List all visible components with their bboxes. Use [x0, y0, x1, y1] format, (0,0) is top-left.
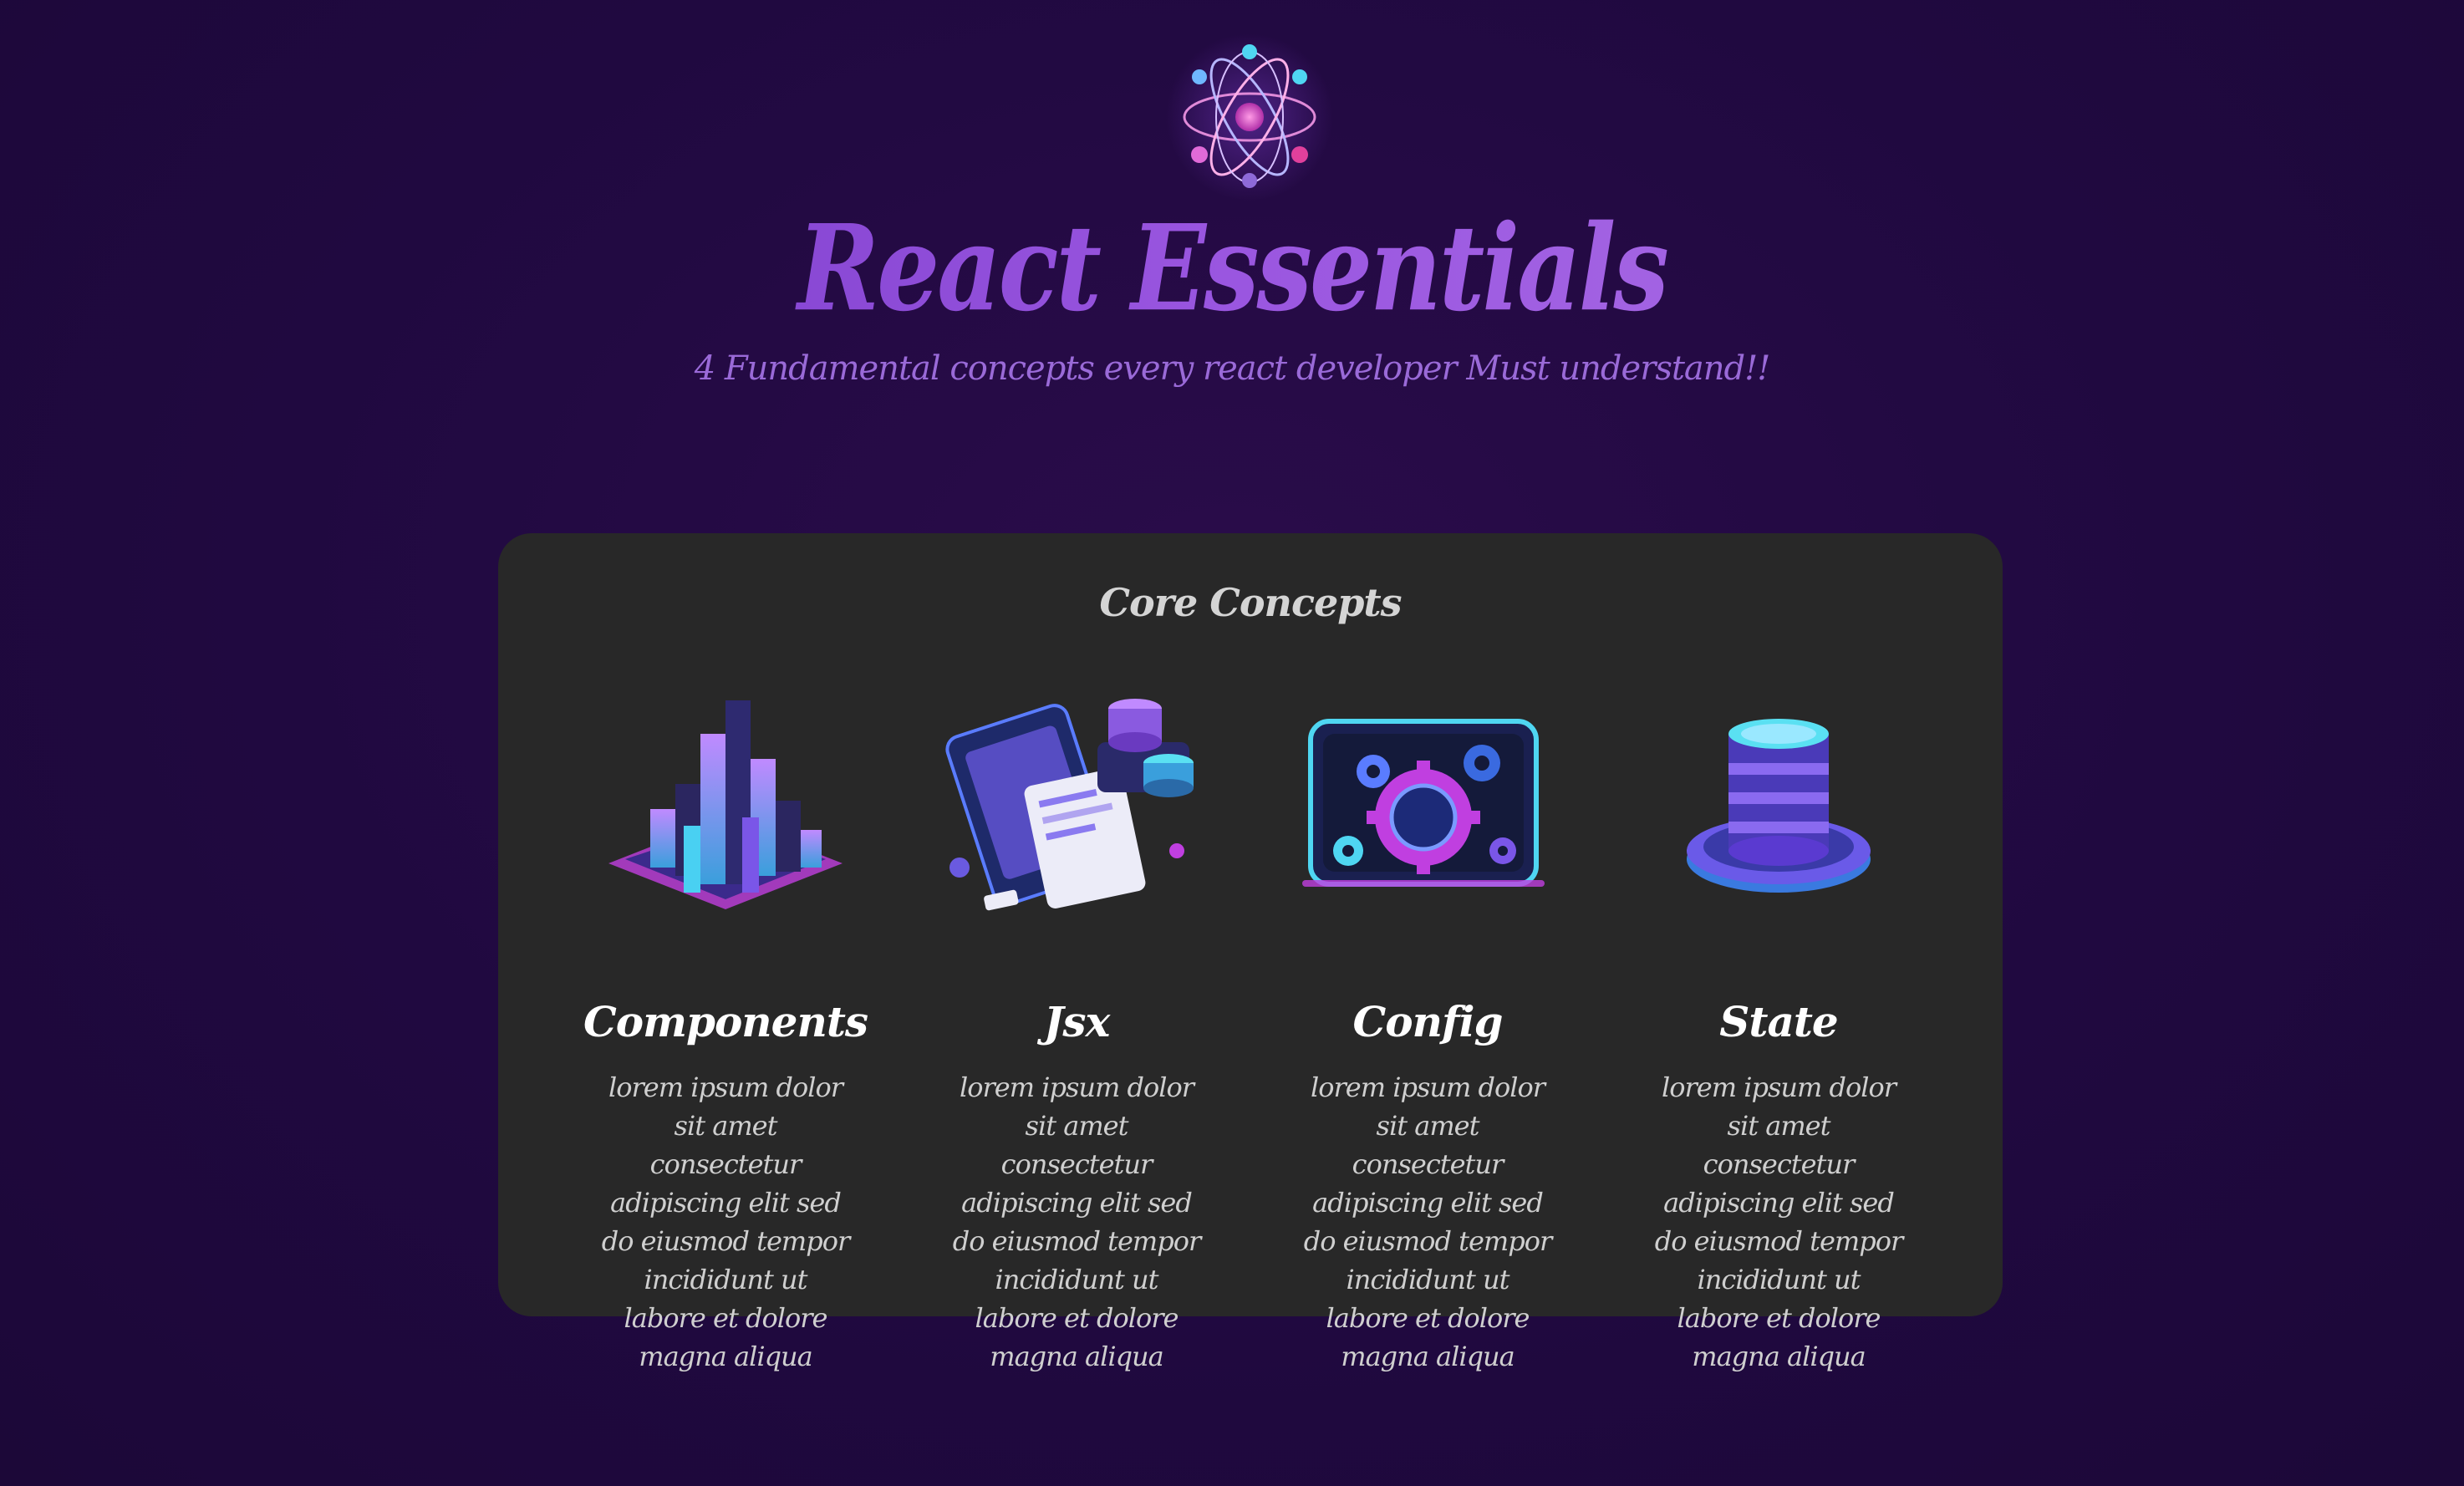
core-concepts-panel: Core Concepts Components lorem ipsum dol…: [498, 533, 2003, 1372]
jsx-document-icon: [945, 699, 1194, 911]
concept-title: State: [1719, 997, 1839, 1046]
concept-title: Jsx: [1043, 997, 1111, 1046]
concept-description: lorem ipsum dolor sit amet consectetur a…: [952, 1071, 1202, 1372]
concept-title: Config: [1352, 997, 1504, 1046]
concept-description: lorem ipsum dolor sit amet consectetur a…: [1303, 1071, 1553, 1372]
state-database-icon: [1687, 719, 1871, 893]
concept-description: lorem ipsum dolor sit amet consectetur a…: [601, 1071, 851, 1372]
config-gears-icon: [1302, 719, 1545, 887]
react-atom-icon: [1166, 33, 1333, 201]
concept-card-state: State lorem ipsum dolor sit amet consect…: [1603, 684, 1954, 1372]
concept-title: Components: [583, 997, 868, 1046]
page-title: React Essentials: [0, 209, 2464, 328]
concept-card-config: Config lorem ipsum dolor sit amet consec…: [1252, 684, 1603, 1372]
page-subtitle: 4 Fundamental concepts every react devel…: [694, 349, 1771, 388]
concept-description: lorem ipsum dolor sit amet consectetur a…: [1654, 1071, 1904, 1372]
component-blocks-icon: [608, 700, 843, 909]
concept-card-components: Components lorem ipsum dolor sit amet co…: [550, 684, 901, 1372]
concept-card-jsx: Jsx lorem ipsum dolor sit amet consectet…: [901, 684, 1252, 1372]
core-concepts-heading: Core Concepts: [1099, 580, 1402, 625]
